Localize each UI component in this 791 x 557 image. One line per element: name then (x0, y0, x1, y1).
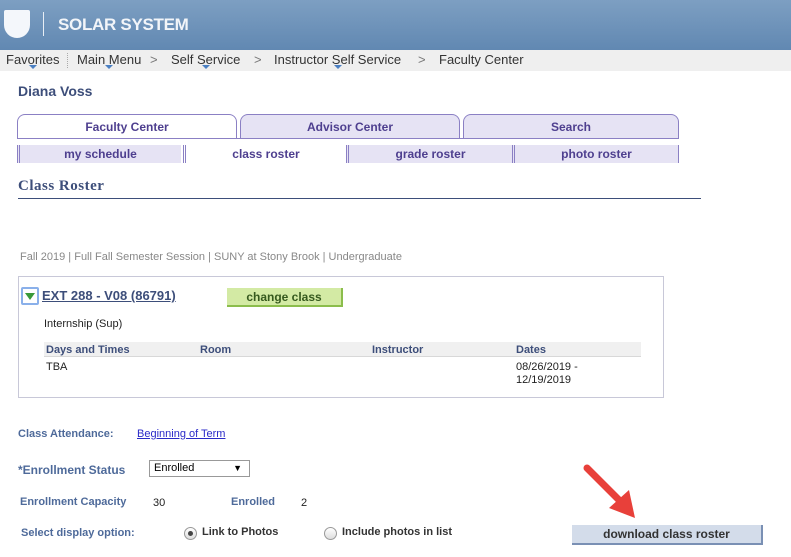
term-info: Fall 2019 | Full Fall Semester Session |… (20, 251, 402, 263)
divider (18, 198, 701, 199)
display-option-label: Select display option: (21, 527, 135, 539)
dropdown-icon (333, 65, 342, 73)
enrolled-value: 2 (301, 497, 308, 509)
download-class-roster-button[interactable]: download class roster (572, 525, 763, 545)
nav-faculty-center[interactable]: Faculty Center (439, 52, 524, 67)
tab-search[interactable]: Search (463, 114, 679, 138)
capacity-value: 30 (153, 497, 166, 509)
radio-link-to-photos[interactable] (184, 527, 197, 540)
logo-icon (4, 10, 30, 38)
nav-instructor-self-service[interactable]: Instructor Self Service (274, 52, 401, 69)
column-header: Dates (516, 344, 546, 356)
select-value: Enrolled (154, 462, 195, 474)
dropdown-icon (105, 65, 114, 73)
divider (67, 53, 68, 68)
nav-favorites[interactable]: Favorites (6, 52, 59, 69)
column-header: Room (200, 344, 232, 356)
radio-include-photos[interactable] (324, 527, 337, 540)
cell-dates-start: 08/26/2019 - (516, 361, 578, 373)
page-title: Class Roster (18, 178, 105, 194)
tab-faculty-center[interactable]: Faculty Center (17, 114, 237, 138)
nav-self-service[interactable]: Self Service (171, 52, 240, 69)
enrollment-status-label: *Enrollment Status (18, 463, 126, 477)
annotation-arrow-icon (583, 464, 635, 518)
column-header: Days and Times (46, 344, 130, 356)
enrollment-status-select[interactable]: Enrolled ▼ (149, 460, 250, 477)
chevron-right-icon: > (418, 52, 426, 67)
change-class-button[interactable]: change class (227, 288, 343, 307)
radio-label: Link to Photos (202, 526, 279, 538)
divider (17, 138, 679, 139)
class-component: Internship (Sup) (44, 318, 123, 330)
subtab-my-schedule[interactable]: my schedule (17, 145, 181, 163)
radio-label: Include photos in list (342, 526, 452, 538)
column-header: Instructor (372, 344, 424, 356)
cell-days: TBA (46, 361, 68, 373)
nav-bar: Favorites Main Menu > Self Service > Ins… (0, 50, 791, 71)
tab-advisor-center[interactable]: Advisor Center (240, 114, 460, 138)
enrolled-label: Enrolled (231, 496, 276, 508)
subtab-grade-roster[interactable]: grade roster (346, 145, 512, 163)
subtab-photo-roster[interactable]: photo roster (512, 145, 679, 163)
cell-dates-end: 12/19/2019 (516, 374, 572, 386)
chevron-right-icon: > (254, 52, 262, 67)
chevron-right-icon: > (150, 52, 158, 67)
dropdown-icon (201, 65, 210, 73)
brand-title: SOLAR SYSTEM (58, 15, 189, 34)
attendance-link[interactable]: Beginning of Term (137, 428, 225, 440)
capacity-label: Enrollment Capacity (20, 496, 127, 508)
nav-main-menu[interactable]: Main Menu (77, 52, 141, 69)
dropdown-icon (28, 65, 37, 73)
class-link[interactable]: EXT 288 - V08 (86791) (42, 288, 176, 303)
divider (43, 12, 44, 36)
subtab-class-roster[interactable]: class roster (183, 145, 346, 163)
dropdown-arrow-icon: ▼ (233, 463, 242, 473)
user-name: Diana Voss (18, 83, 93, 99)
collapse-triangle-icon[interactable] (21, 287, 39, 305)
table-header (44, 342, 641, 357)
attendance-label: Class Attendance: (18, 428, 114, 440)
